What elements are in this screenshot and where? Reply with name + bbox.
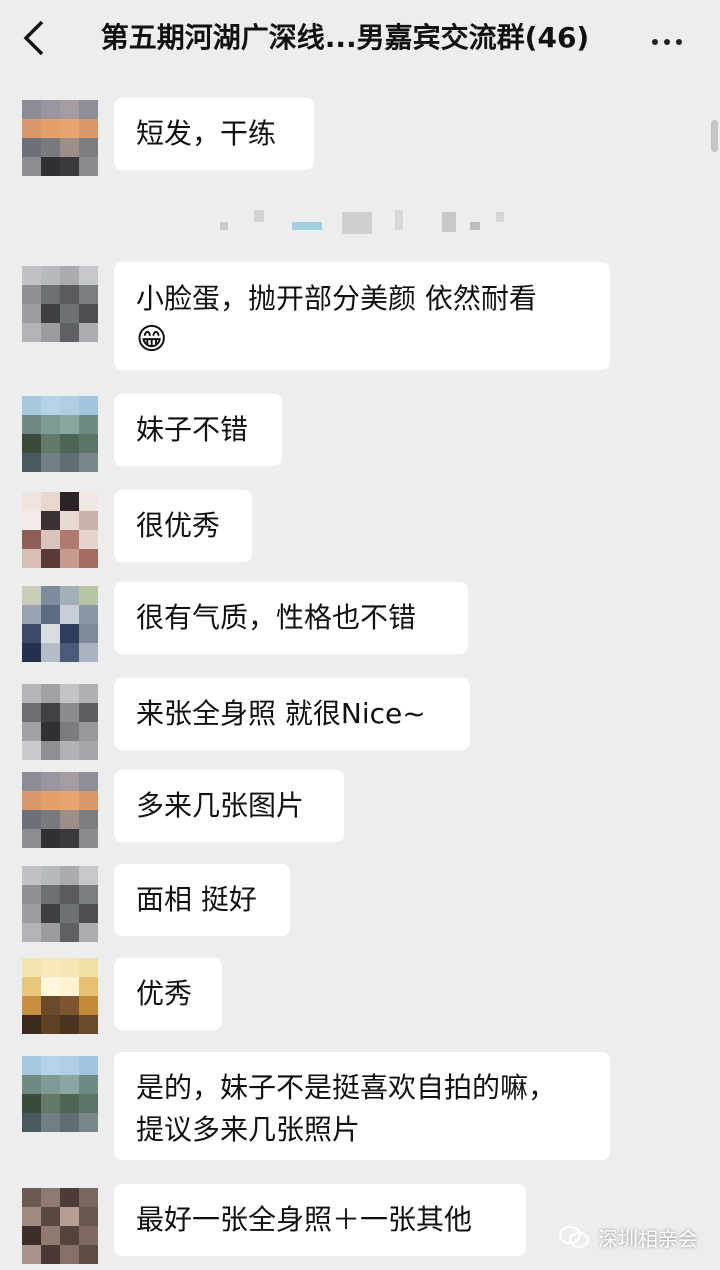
avatar[interactable]	[22, 266, 98, 342]
more-icon	[652, 39, 658, 45]
watermark-text: 深圳相亲会	[598, 1226, 698, 1251]
chat-header: 第五期河湖广深线...男嘉宾交流群(46)	[0, 0, 720, 76]
message-text: 妹子不错	[136, 413, 249, 446]
avatar[interactable]	[22, 958, 98, 1034]
avatar[interactable]	[22, 586, 98, 662]
message-bubble[interactable]: 面相 挺好	[114, 864, 290, 936]
avatar[interactable]	[22, 1188, 98, 1264]
message-text: 短发，干练	[136, 117, 277, 150]
message-bubble[interactable]: 是的，妹子不是挺喜欢自拍的嘛， 提议多来几张照片	[114, 1052, 610, 1160]
more-button[interactable]	[652, 30, 692, 46]
message-text: 小脸蛋，抛开部分美颜 依然耐看	[136, 282, 537, 315]
avatar[interactable]	[22, 396, 98, 472]
more-icon-dot	[664, 39, 670, 45]
more-icon-dot	[676, 39, 682, 45]
blurred-system-message	[220, 210, 520, 234]
avatar[interactable]	[22, 1056, 98, 1132]
message-text: 很有气质，性格也不错	[136, 601, 417, 634]
avatar[interactable]	[22, 684, 98, 760]
message-bubble[interactable]: 短发，干练	[114, 98, 314, 170]
message-bubble[interactable]: 多来几张图片	[114, 770, 344, 842]
message-text: 优秀	[136, 977, 193, 1010]
message-text: 面相 挺好	[136, 883, 257, 916]
message-bubble[interactable]: 很有气质，性格也不错	[114, 582, 468, 654]
message-bubble[interactable]: 来张全身照 就很Nice~	[114, 678, 470, 750]
avatar[interactable]	[22, 772, 98, 848]
message-text: 是的，妹子不是挺喜欢自拍的嘛， 提议多来几张照片	[136, 1071, 557, 1146]
avatar[interactable]	[22, 866, 98, 942]
chat-title: 第五期河湖广深线...男嘉宾交流群(46)	[100, 21, 590, 54]
back-button[interactable]	[18, 18, 52, 58]
message-bubble[interactable]: 很优秀	[114, 490, 252, 562]
message-text: 多来几张图片	[136, 789, 305, 822]
message-bubble[interactable]: 最好一张全身照＋一张其他	[114, 1184, 526, 1256]
avatar[interactable]	[22, 492, 98, 568]
message-text: 最好一张全身照＋一张其他	[136, 1203, 473, 1236]
watermark: 深圳相亲会	[558, 1222, 698, 1252]
wechat-icon	[559, 1226, 589, 1248]
grinning-emoji-icon: 😁	[136, 322, 168, 357]
message-bubble[interactable]: 小脸蛋，抛开部分美颜 依然耐看 😁	[114, 262, 610, 370]
scrollbar[interactable]	[711, 120, 718, 152]
message-text: 来张全身照 就很Nice~	[136, 697, 426, 730]
message-bubble[interactable]: 优秀	[114, 958, 222, 1030]
message-text: 很优秀	[136, 509, 221, 542]
avatar[interactable]	[22, 100, 98, 176]
message-bubble[interactable]: 妹子不错	[114, 394, 282, 466]
back-arrow-icon	[23, 20, 44, 56]
